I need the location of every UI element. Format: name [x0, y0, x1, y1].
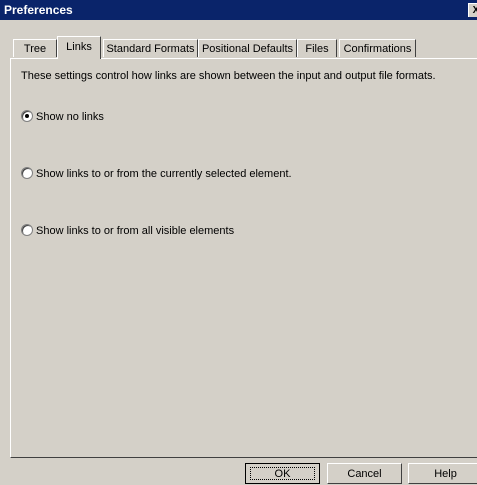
title-bar: Preferences X [0, 0, 477, 20]
radio-label[interactable]: Show links to or from the currently sele… [36, 167, 292, 181]
dialog-title: Preferences [4, 3, 73, 17]
radio-selected-dot [25, 114, 29, 118]
cancel-button[interactable]: Cancel [327, 463, 402, 484]
tab-confirmations[interactable]: Confirmations [339, 39, 416, 57]
radio-button[interactable] [21, 110, 33, 122]
tab-files[interactable]: Files [297, 39, 337, 57]
ok-button[interactable]: OK [245, 463, 320, 484]
radio-button[interactable] [21, 167, 33, 179]
help-button[interactable]: Help [408, 463, 477, 484]
radio-button[interactable] [21, 224, 33, 236]
close-button[interactable]: X [468, 3, 477, 17]
tab-positional-defaults[interactable]: Positional Defaults [198, 39, 297, 57]
radio-label[interactable]: Show no links [36, 110, 104, 124]
preferences-dialog: Preferences X Tree Links Standard Format… [0, 0, 477, 485]
tab-tree[interactable]: Tree [13, 39, 57, 57]
links-description: These settings control how links are sho… [21, 70, 436, 82]
tab-standard-formats[interactable]: Standard Formats [103, 39, 198, 57]
tab-links[interactable]: Links [57, 36, 101, 59]
focus-rectangle [250, 467, 315, 480]
radio-label[interactable]: Show links to or from all visible elemen… [36, 224, 234, 238]
